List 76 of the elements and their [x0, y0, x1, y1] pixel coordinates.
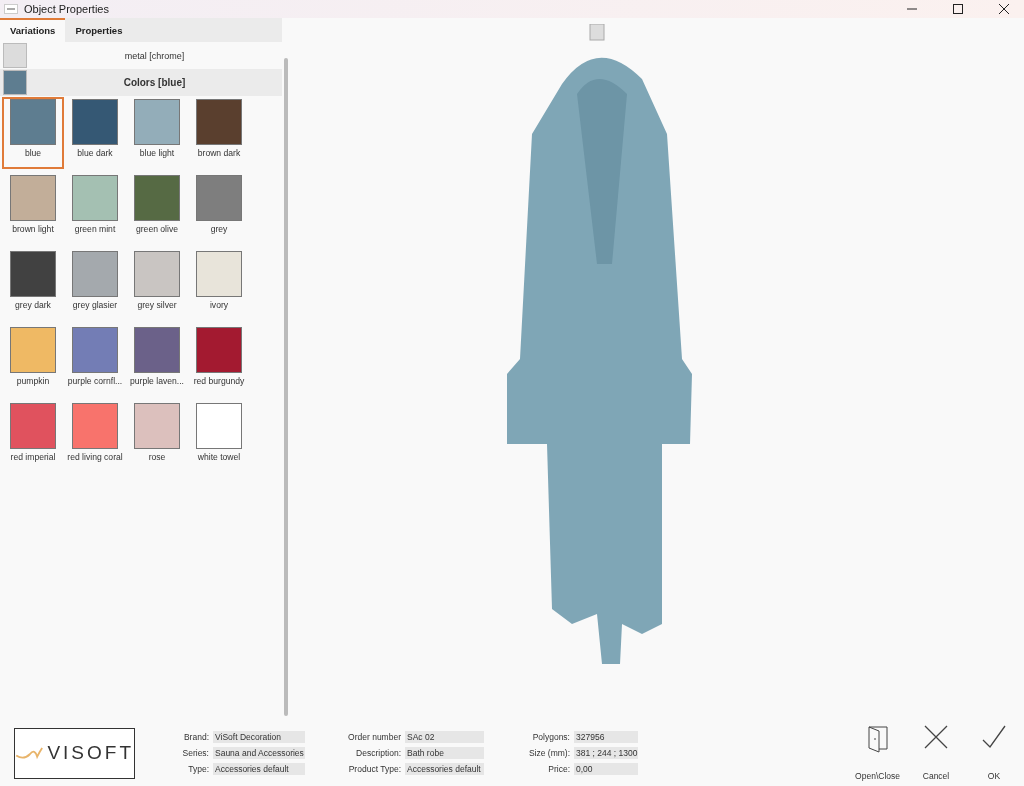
cancel-icon	[924, 725, 948, 749]
check-icon	[982, 725, 1006, 749]
door-icon	[866, 725, 889, 753]
color-swatch[interactable]: blue light	[126, 97, 188, 169]
variation-swatch	[3, 43, 27, 68]
color-swatch[interactable]: purple laven...	[126, 325, 188, 397]
maximize-icon[interactable]	[952, 3, 964, 15]
tab[interactable]: Variations	[0, 18, 66, 42]
field-value: 327956	[574, 731, 638, 743]
field-label: Order number	[347, 732, 401, 742]
color-swatch[interactable]: purple cornfl...	[64, 325, 126, 397]
field-label: Size (mm):	[527, 748, 570, 758]
swatch-label: red living coral	[67, 452, 123, 462]
field-label: Product Type:	[347, 764, 401, 774]
swatch-label: purple laven...	[130, 376, 184, 386]
field-value: Accessories default	[405, 763, 484, 775]
field-label: Series:	[181, 748, 209, 758]
color-swatch[interactable]: ivory	[188, 249, 250, 321]
field-value: 0,00	[574, 763, 638, 775]
color-swatch[interactable]: brown light	[2, 173, 64, 245]
swatch-label: blue light	[139, 148, 175, 158]
field-value: Bath robe	[405, 747, 484, 759]
field-label: Price:	[547, 764, 570, 774]
color-swatch[interactable]: grey silver	[126, 249, 188, 321]
color-swatch[interactable]: blue	[2, 97, 64, 169]
field-value: SAc 02	[405, 731, 484, 743]
color-swatch[interactable]: grey glasier	[64, 249, 126, 321]
swatch-label: grey dark	[15, 300, 51, 310]
swatch-label: brown light	[12, 224, 54, 234]
field-value: 381 ; 244 ; 1300	[574, 747, 638, 759]
field-value: ViSoft Decoration	[213, 731, 305, 743]
field-label: Type:	[187, 764, 209, 774]
field-value: Accessories default	[213, 763, 305, 775]
swatch-label: green mint	[74, 224, 116, 234]
swatch-label: red imperial	[10, 452, 56, 462]
color-swatch[interactable]: red imperial	[2, 401, 64, 473]
color-swatch[interactable]: brown dark	[188, 97, 250, 169]
swatch-label: grey glasier	[72, 300, 118, 310]
swatch-label: pumpkin	[16, 376, 50, 386]
swatch-label: brown dark	[197, 148, 241, 158]
variation-swatch	[3, 70, 27, 95]
color-swatch[interactable]: red burgundy	[188, 325, 250, 397]
field-value: Sauna and Accessories	[213, 747, 305, 759]
action-button[interactable]: Cancel	[914, 725, 958, 781]
color-swatch[interactable]: white towel	[188, 401, 250, 473]
color-swatch[interactable]: grey dark	[2, 249, 64, 321]
app-icon	[4, 4, 18, 14]
color-swatch[interactable]: grey	[188, 173, 250, 245]
swatch-label: green olive	[135, 224, 178, 234]
variation-label: metal [chrome]	[123, 50, 186, 61]
color-swatch[interactable]: green olive	[126, 173, 188, 245]
swatch-label: red burgundy	[193, 376, 245, 386]
swatch-label: rose	[148, 452, 166, 462]
window-title: Object Properties	[24, 3, 109, 15]
action-button[interactable]: Open\Close	[855, 725, 900, 781]
color-swatch[interactable]: green mint	[64, 173, 126, 245]
variation-row[interactable]: Colors [blue]	[0, 69, 282, 96]
color-swatch[interactable]: pumpkin	[2, 325, 64, 397]
field-label: Polygons:	[531, 732, 570, 742]
swatch-label: grey	[210, 224, 228, 234]
field-label: Description:	[355, 748, 401, 758]
color-swatch[interactable]: rose	[126, 401, 188, 473]
swatch-label: grey silver	[137, 300, 177, 310]
color-swatch[interactable]: red living coral	[64, 401, 126, 473]
swatch-label: blue dark	[77, 148, 113, 158]
swatch-label: white towel	[197, 452, 241, 462]
color-swatch[interactable]: blue dark	[64, 97, 126, 169]
field-label: Brand:	[182, 732, 209, 742]
action-button[interactable]: OK	[972, 725, 1016, 781]
logo-text: VISOFT	[47, 742, 134, 764]
variation-label: Colors [blue]	[122, 77, 187, 88]
swatch-label: purple cornfl...	[67, 376, 123, 386]
swatch-label: blue	[24, 148, 42, 158]
swatch-label: ivory	[209, 300, 229, 310]
scrollbar[interactable]	[284, 58, 288, 716]
close-icon[interactable]	[998, 3, 1010, 15]
